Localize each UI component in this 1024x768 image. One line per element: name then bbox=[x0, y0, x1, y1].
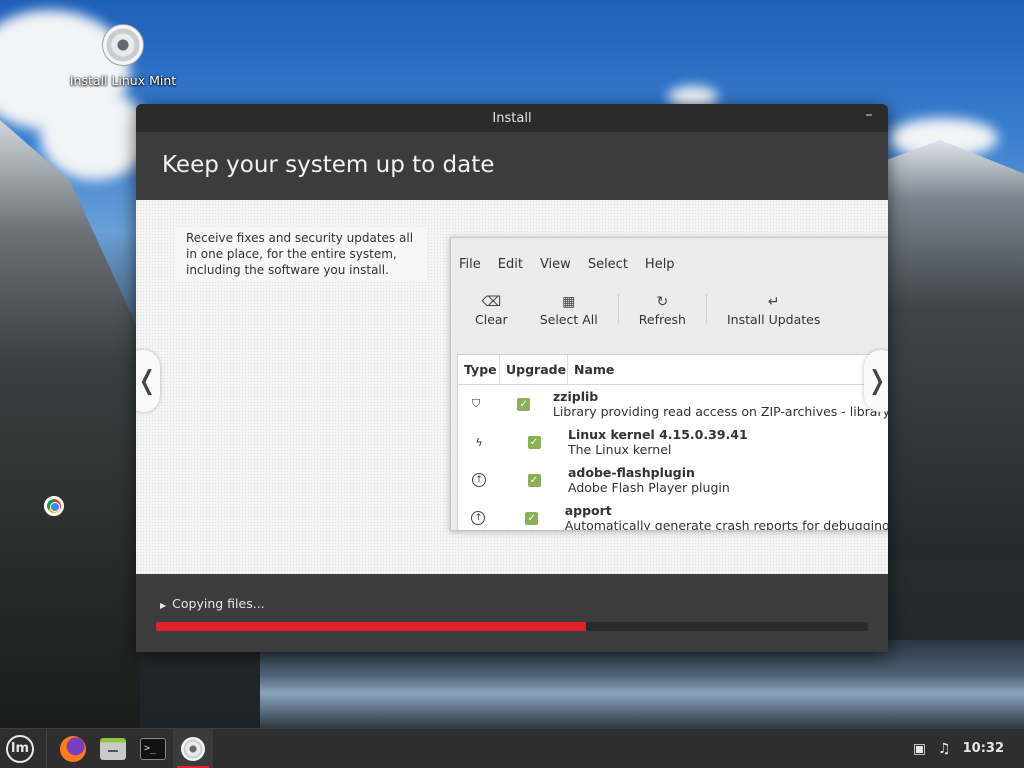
file-manager-icon bbox=[100, 737, 126, 760]
column-name: Name bbox=[568, 355, 888, 384]
column-type: Type bbox=[458, 355, 500, 384]
mint-logo-icon: lm bbox=[6, 734, 34, 763]
taskbar-installer[interactable] bbox=[173, 728, 213, 768]
column-upgrade: Upgrade bbox=[500, 355, 568, 384]
window-titlebar[interactable]: Install – bbox=[136, 104, 888, 132]
mock-toolbar: ⌫ Clear ▦ Select All ↻ Refresh ↵ Install… bbox=[451, 278, 888, 340]
installer-window: Install – Keep your system up to date Re… bbox=[136, 104, 888, 652]
terminal-icon: >_ bbox=[140, 737, 166, 760]
taskbar: lm >_ ▣ ♫ 10:32 bbox=[0, 728, 1024, 768]
network-icon[interactable]: ▣ bbox=[913, 741, 926, 757]
cloud bbox=[40, 90, 150, 180]
taskbar-divider bbox=[46, 728, 47, 768]
page-title: Keep your system up to date bbox=[136, 132, 888, 200]
install-icon: ↵ bbox=[767, 293, 780, 310]
slide-description: Receive fixes and security updates all i… bbox=[176, 228, 426, 280]
taskbar-firefox[interactable] bbox=[53, 729, 93, 768]
chrome-icon[interactable] bbox=[44, 496, 64, 516]
menu-edit: Edit bbox=[497, 257, 523, 272]
system-tray: ▣ ♫ 10:32 bbox=[913, 741, 1024, 757]
clear-label: Clear bbox=[475, 311, 508, 327]
refresh-label: Refresh bbox=[638, 311, 686, 327]
select-all-icon: ▦ bbox=[562, 293, 576, 310]
progress-label[interactable]: ▶ Copying files... bbox=[160, 596, 265, 611]
expander-icon: ▶ bbox=[160, 601, 167, 610]
table-header: Type Upgrade Name bbox=[458, 355, 888, 385]
menu-view: View bbox=[539, 257, 571, 272]
checkbox-icon: ✓ bbox=[527, 473, 541, 487]
table-row: ⛉ ✓ zziplib Library providing read acces… bbox=[458, 385, 888, 423]
package-name: apport bbox=[564, 503, 612, 518]
package-description: Automatically generate crash reports for… bbox=[564, 518, 888, 531]
disc-icon bbox=[102, 24, 144, 66]
refresh-icon: ↻ bbox=[656, 293, 669, 310]
clear-icon: ⌫ bbox=[481, 293, 502, 310]
install-updates-label: Install Updates bbox=[726, 311, 821, 327]
checkbox-icon: ✓ bbox=[527, 435, 541, 449]
select-all-button: ▦ Select All bbox=[524, 292, 614, 327]
package-description: The Linux kernel bbox=[568, 442, 672, 457]
taskbar-files[interactable] bbox=[93, 729, 133, 768]
checkbox-icon: ✓ bbox=[517, 397, 531, 411]
sound-icon[interactable]: ♫ bbox=[938, 741, 951, 757]
package-name: adobe-flashplugin bbox=[568, 465, 695, 480]
shield-icon: ⛉ bbox=[471, 397, 481, 410]
clock[interactable]: 10:32 bbox=[963, 741, 1004, 756]
progress-status: Copying files... bbox=[172, 596, 265, 611]
refresh-button: ↻ Refresh bbox=[623, 292, 702, 327]
upgrade-icon: ↑ bbox=[471, 511, 486, 525]
updates-table: Type Upgrade Name ⛉ ✓ zziplib Library pr… bbox=[457, 354, 888, 531]
table-row: ϟ ✓ Linux kernel 4.15.0.39.41 The Linux … bbox=[458, 423, 888, 461]
mock-menubar: File Edit View Select Help bbox=[451, 238, 888, 278]
taskbar-terminal[interactable]: >_ bbox=[133, 729, 173, 768]
toolbar-separator bbox=[617, 294, 619, 324]
upgrade-icon: ↑ bbox=[472, 473, 486, 487]
desktop-icon-label: Install Linux Mint bbox=[69, 73, 177, 88]
previous-slide-button[interactable]: ❬ bbox=[136, 350, 160, 412]
minimize-button[interactable]: – bbox=[862, 108, 876, 124]
slideshow: Receive fixes and security updates all i… bbox=[136, 200, 888, 574]
kernel-icon: ϟ bbox=[475, 435, 483, 449]
menu-button[interactable]: lm bbox=[0, 729, 40, 768]
progress-bar-fill bbox=[156, 622, 587, 631]
checkbox-icon: ✓ bbox=[525, 511, 539, 525]
table-row: ↑ ✓ adobe-flashplugin Adobe Flash Player… bbox=[458, 461, 888, 499]
next-slide-button[interactable]: ❭ bbox=[864, 350, 888, 412]
disc-icon bbox=[181, 736, 205, 761]
progress-bar bbox=[156, 622, 868, 631]
lake bbox=[260, 640, 1024, 728]
window-title: Install bbox=[492, 110, 532, 126]
firefox-icon bbox=[60, 735, 86, 762]
toolbar-separator bbox=[705, 294, 707, 324]
desktop-icon-install-linux-mint[interactable]: Install Linux Mint bbox=[68, 24, 178, 88]
mountain-right bbox=[884, 140, 1024, 560]
mountain-left bbox=[0, 120, 140, 730]
progress-section: ▶ Copying files... bbox=[136, 574, 888, 652]
update-manager-screenshot: File Edit View Select Help ⌫ Clear ▦ Sel… bbox=[450, 237, 888, 531]
select-all-label: Select All bbox=[539, 311, 598, 327]
menu-help: Help bbox=[644, 257, 675, 272]
package-description: Library providing read access on ZIP-arc… bbox=[552, 404, 888, 419]
menu-file: File bbox=[459, 257, 481, 272]
menu-select: Select bbox=[587, 257, 628, 272]
package-name: Linux kernel 4.15.0.39.41 bbox=[568, 427, 748, 442]
clear-button: ⌫ Clear bbox=[459, 292, 524, 327]
package-description: Adobe Flash Player plugin bbox=[568, 480, 730, 495]
install-updates-button: ↵ Install Updates bbox=[711, 292, 836, 327]
table-row: ↑ ✓ apport Automatically generate crash … bbox=[458, 499, 888, 531]
package-name: zziplib bbox=[552, 389, 599, 404]
